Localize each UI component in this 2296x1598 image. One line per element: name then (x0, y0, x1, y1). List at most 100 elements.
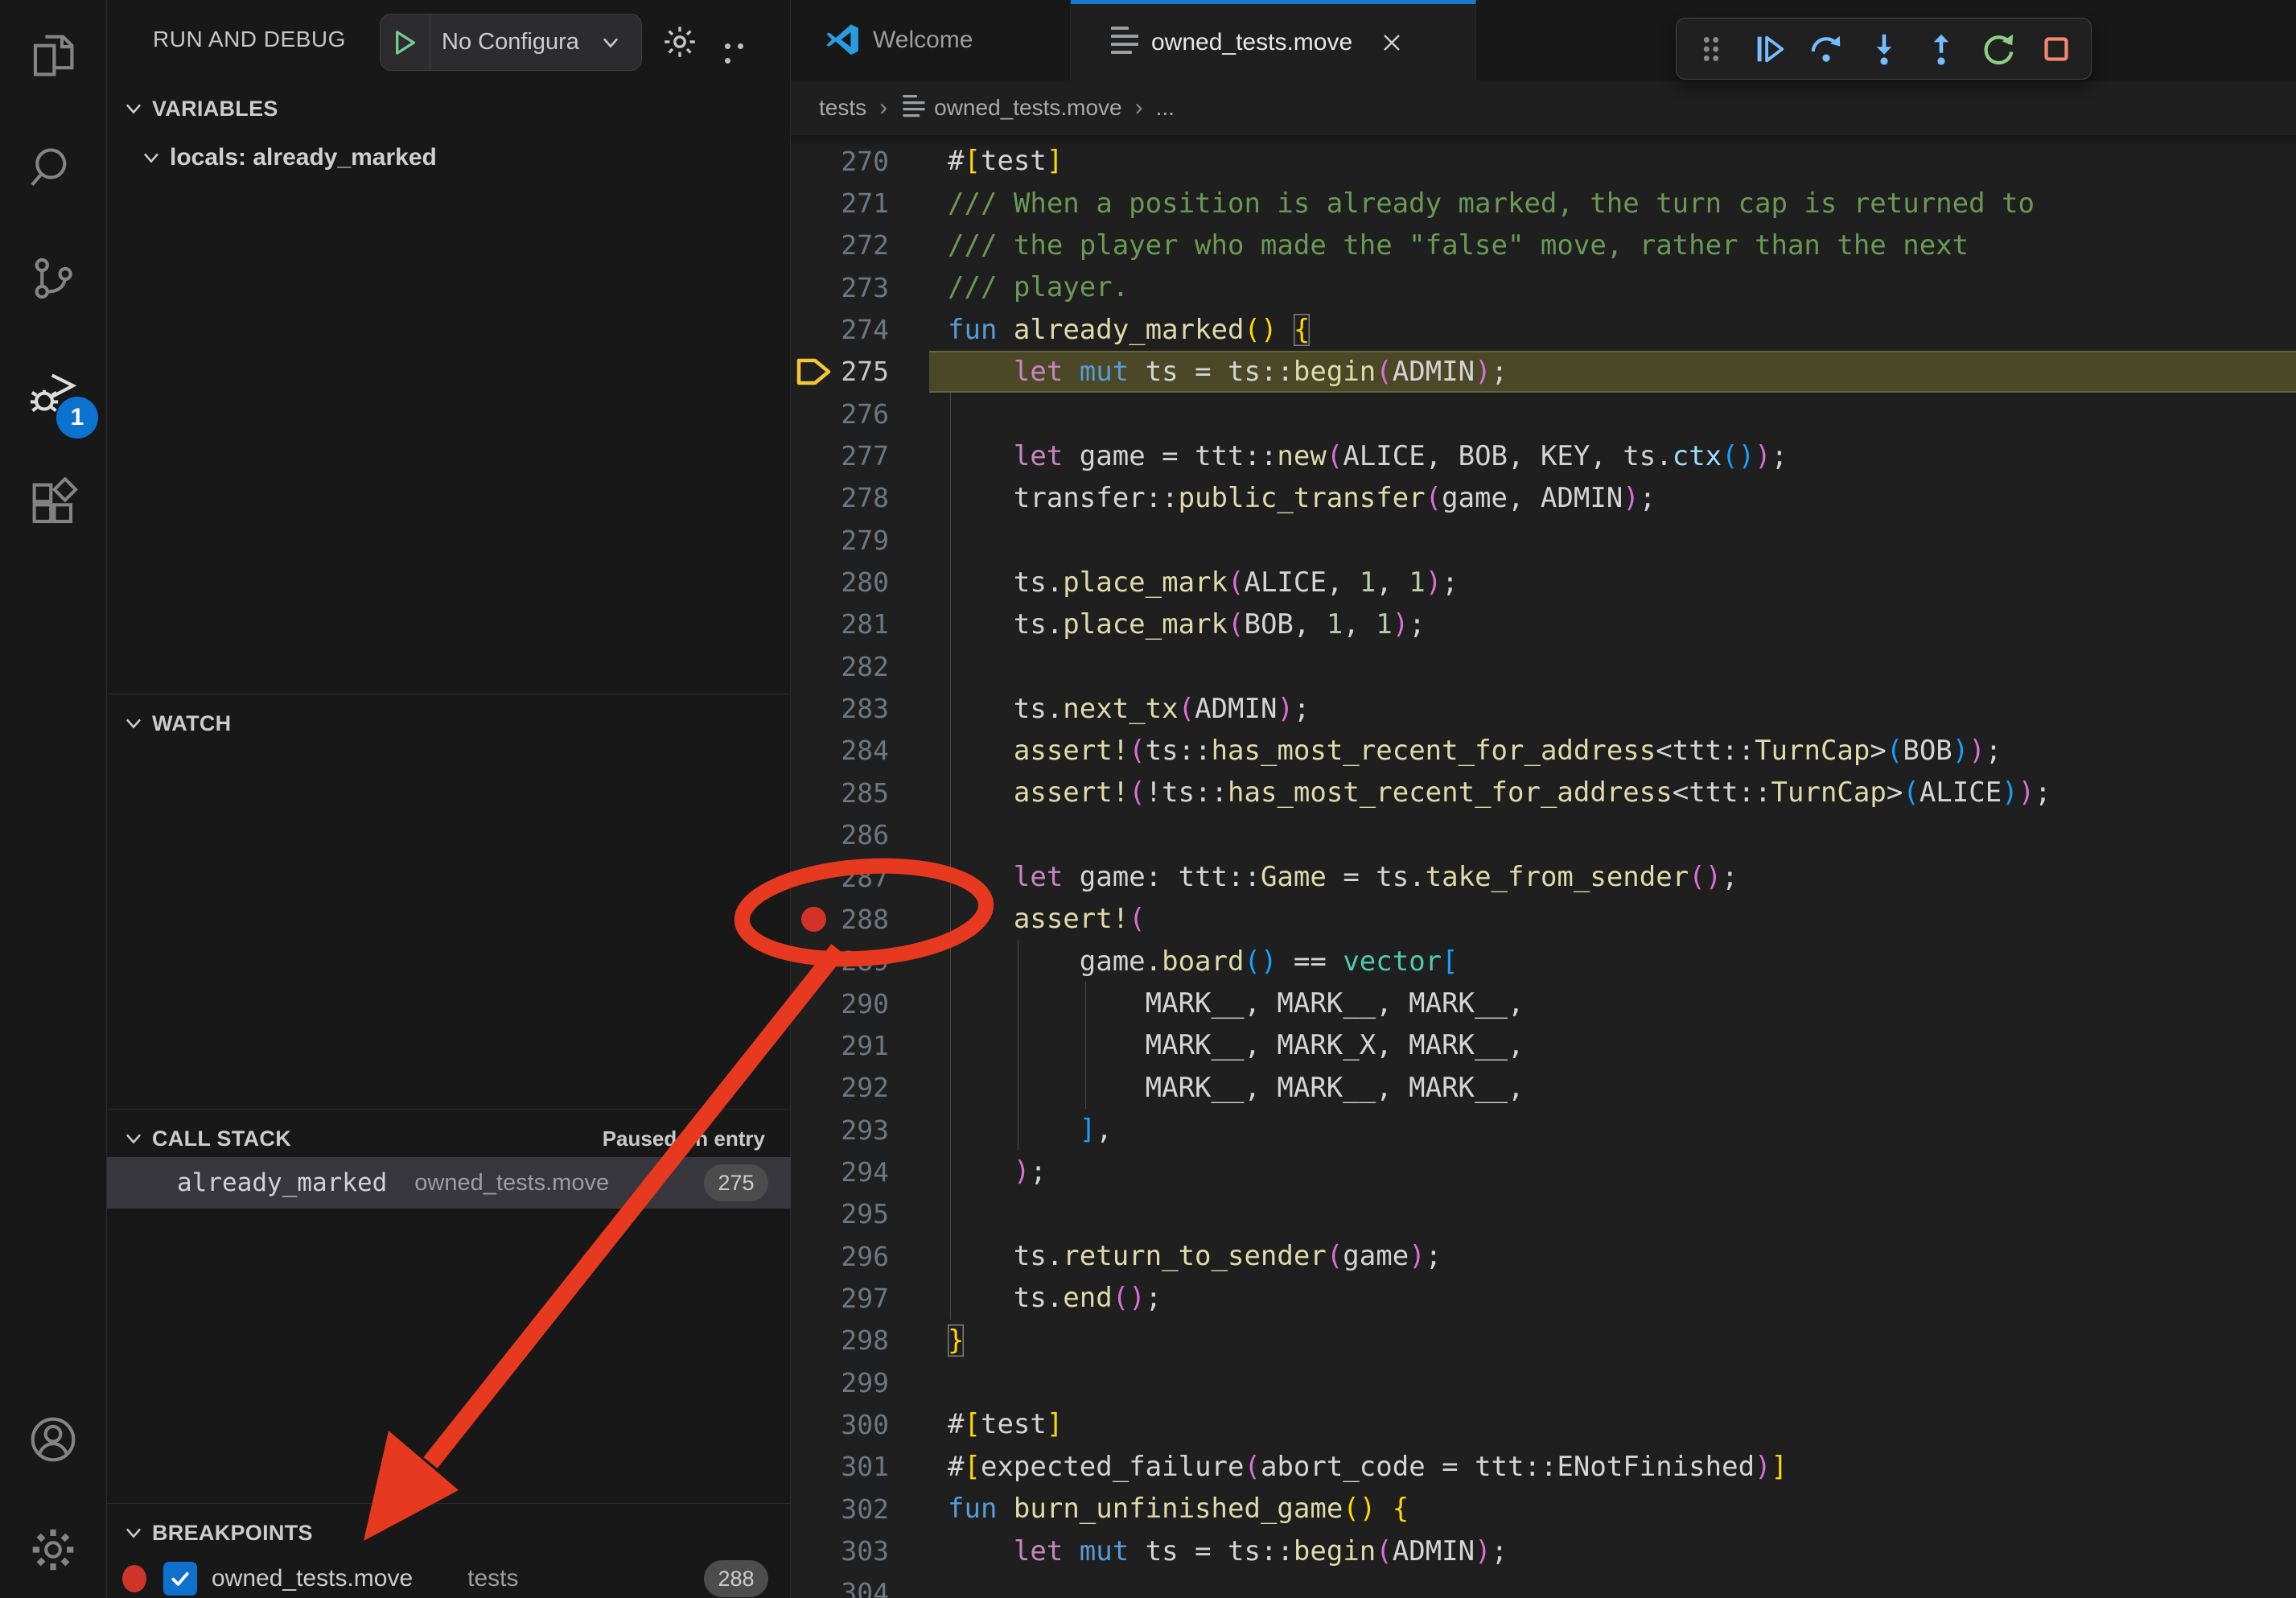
line-number[interactable]: 291 (837, 1030, 889, 1061)
line-number[interactable]: 275 (837, 356, 889, 387)
code-line-304[interactable]: 304 (791, 1572, 2296, 1598)
line-number[interactable]: 274 (837, 314, 889, 345)
continue-button[interactable] (1747, 27, 1792, 72)
line-number[interactable]: 281 (837, 608, 889, 640)
code-line-301[interactable]: 301#[expected_failure(abort_code = ttt::… (791, 1446, 2296, 1488)
code-line-294[interactable]: 294 ); (791, 1151, 2296, 1192)
line-number[interactable]: 303 (837, 1535, 889, 1567)
line-number[interactable]: 289 (837, 945, 889, 977)
close-icon[interactable] (1380, 31, 1404, 55)
code-line-290[interactable]: 290 MARK__, MARK__, MARK__, (791, 982, 2296, 1024)
breakpoints-section-header[interactable]: BREAKPOINTS (107, 1514, 791, 1551)
restart-button[interactable] (1976, 27, 2021, 72)
line-number[interactable]: 297 (837, 1283, 889, 1314)
code-line-292[interactable]: 292 MARK__, MARK__, MARK__, (791, 1067, 2296, 1109)
code-line-272[interactable]: 272/// the player who made the "false" m… (791, 224, 2296, 266)
account-icon[interactable] (0, 1391, 106, 1488)
line-number[interactable]: 302 (837, 1493, 889, 1525)
source-control-icon[interactable] (0, 230, 106, 327)
line-number[interactable]: 273 (837, 272, 889, 303)
more-actions-icon[interactable] (725, 39, 760, 45)
code-line-297[interactable]: 297 ts.end(); (791, 1277, 2296, 1319)
line-number[interactable]: 287 (837, 862, 889, 893)
breadcrumb-symbol[interactable]: ... (1156, 95, 1175, 121)
line-number[interactable]: 301 (837, 1451, 889, 1482)
line-number[interactable]: 279 (837, 525, 889, 556)
code-line-293[interactable]: 293 ], (791, 1109, 2296, 1151)
call-stack-frame-row[interactable]: already_marked owned_tests.move 275 (107, 1157, 791, 1209)
extensions-icon[interactable] (0, 455, 106, 552)
line-number[interactable]: 277 (837, 440, 889, 472)
settings-gear-icon[interactable] (0, 1501, 106, 1598)
line-number[interactable]: 300 (837, 1409, 889, 1440)
step-into-button[interactable] (1862, 27, 1907, 72)
code-line-286[interactable]: 286 (791, 814, 2296, 856)
line-number[interactable]: 298 (837, 1324, 889, 1356)
code-line-278[interactable]: 278 transfer::public_transfer(game, ADMI… (791, 477, 2296, 519)
code-line-302[interactable]: 302fun burn_unfinished_game() { (791, 1488, 2296, 1530)
line-number[interactable]: 280 (837, 566, 889, 598)
line-number[interactable]: 278 (837, 482, 889, 513)
code-line-296[interactable]: 296 ts.return_to_sender(game); (791, 1235, 2296, 1277)
line-number[interactable]: 271 (837, 187, 889, 219)
code-line-299[interactable]: 299 (791, 1361, 2296, 1403)
line-number[interactable]: 290 (837, 988, 889, 1019)
code-line-271[interactable]: 271/// When a position is already marked… (791, 182, 2296, 224)
debug-settings-gear-icon[interactable] (660, 23, 699, 61)
code-line-281[interactable]: 281 ts.place_mark(BOB, 1, 1); (791, 603, 2296, 645)
tab-welcome[interactable]: Welcome (791, 0, 1071, 80)
code-editor[interactable]: 270#[test]271/// When a position is alre… (791, 135, 2296, 1598)
line-number[interactable]: 304 (837, 1577, 889, 1598)
code-line-295[interactable]: 295 (791, 1193, 2296, 1235)
code-line-283[interactable]: 283 ts.next_tx(ADMIN); (791, 687, 2296, 729)
stop-button[interactable] (2034, 27, 2079, 72)
code-line-303[interactable]: 303 let mut ts = ts::begin(ADMIN); (791, 1530, 2296, 1571)
code-line-291[interactable]: 291 MARK__, MARK_X, MARK__, (791, 1024, 2296, 1066)
line-number[interactable]: 293 (837, 1114, 889, 1146)
breakpoint-glyph[interactable] (791, 907, 837, 932)
step-over-button[interactable] (1804, 27, 1849, 72)
line-number[interactable]: 285 (837, 777, 889, 809)
line-number[interactable]: 284 (837, 735, 889, 766)
variables-locals-scope[interactable]: locals: already_marked (107, 137, 791, 179)
code-line-300[interactable]: 300#[test] (791, 1403, 2296, 1445)
code-line-282[interactable]: 282 (791, 645, 2296, 687)
start-debug-icon[interactable] (381, 14, 430, 70)
code-line-277[interactable]: 277 let game = ttt::new(ALICE, BOB, KEY,… (791, 435, 2296, 476)
line-number[interactable]: 294 (837, 1156, 889, 1188)
call-stack-section-header[interactable]: CALL STACK Paused on entry (107, 1120, 791, 1157)
watch-section-header[interactable]: WATCH (107, 705, 791, 742)
code-line-298[interactable]: 298} (791, 1320, 2296, 1361)
line-number[interactable]: 276 (837, 398, 889, 430)
line-number[interactable]: 270 (837, 146, 889, 177)
line-number[interactable]: 272 (837, 229, 889, 261)
breakpoint-list-item[interactable]: owned_tests.move tests 288 (107, 1558, 791, 1598)
variables-section-header[interactable]: VARIABLES (107, 90, 791, 127)
code-line-280[interactable]: 280 ts.place_mark(ALICE, 1, 1); (791, 561, 2296, 603)
code-line-285[interactable]: 285 assert!(!ts::has_most_recent_for_add… (791, 772, 2296, 813)
code-line-287[interactable]: 287 let game: ttt::Game = ts.take_from_s… (791, 856, 2296, 898)
breadcrumb-tests[interactable]: tests (819, 95, 866, 121)
drag-handle-icon[interactable] (1689, 27, 1734, 72)
code-line-276[interactable]: 276 (791, 393, 2296, 435)
code-line-288[interactable]: 288 assert!( (791, 898, 2296, 940)
line-number[interactable]: 292 (837, 1072, 889, 1103)
code-line-289[interactable]: 289 game.board() == vector[ (791, 941, 2296, 982)
current-line-glyph[interactable] (791, 356, 837, 387)
code-line-284[interactable]: 284 assert!(ts::has_most_recent_for_addr… (791, 730, 2296, 772)
line-number[interactable]: 282 (837, 651, 889, 682)
line-number[interactable]: 283 (837, 693, 889, 724)
line-number[interactable]: 299 (837, 1367, 889, 1398)
breadcrumb-file[interactable]: owned_tests.move (934, 95, 1121, 121)
line-number[interactable]: 288 (837, 904, 889, 935)
line-number[interactable]: 295 (837, 1198, 889, 1229)
line-number[interactable]: 286 (837, 819, 889, 850)
code-line-275[interactable]: 275 let mut ts = ts::begin(ADMIN); (791, 351, 2296, 393)
code-line-279[interactable]: 279 (791, 519, 2296, 561)
code-line-270[interactable]: 270#[test] (791, 140, 2296, 182)
explorer-icon[interactable] (0, 7, 106, 104)
step-out-button[interactable] (1919, 27, 1964, 72)
line-number[interactable]: 296 (837, 1241, 889, 1272)
search-icon[interactable] (0, 120, 106, 216)
breakpoint-checkbox[interactable] (163, 1562, 197, 1596)
